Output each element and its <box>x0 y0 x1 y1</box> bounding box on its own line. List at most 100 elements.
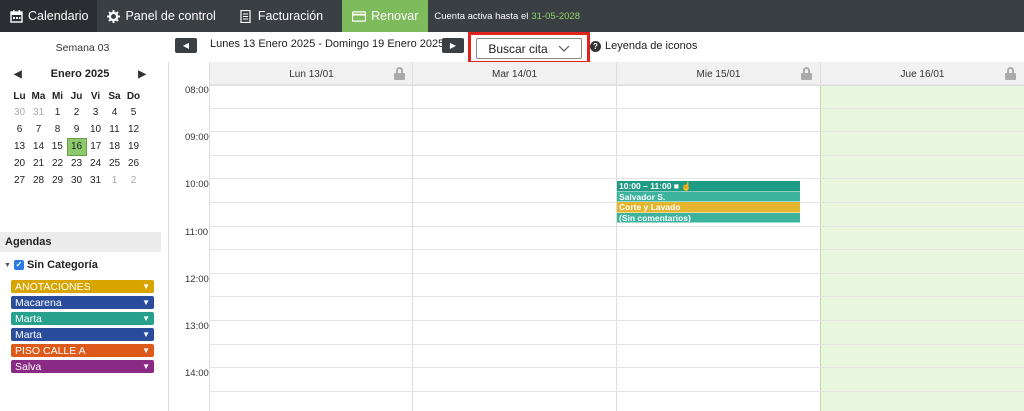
prev-week-button[interactable]: ◀ <box>175 38 197 53</box>
mini-calendar-day[interactable]: 26 <box>124 155 143 172</box>
mini-calendar-day[interactable]: 17 <box>86 138 105 155</box>
icon-legend-link[interactable]: ? Leyenda de iconos <box>590 40 697 52</box>
mini-calendar-day[interactable]: 16 <box>66 137 87 156</box>
mini-calendar-day[interactable]: 8 <box>48 121 67 138</box>
agenda-item[interactable]: Marta ▼ <box>11 312 154 325</box>
lock-icon[interactable] <box>394 67 405 80</box>
day-header-label: Mie 15/01 <box>696 68 741 80</box>
mini-calendar-day[interactable]: 20 <box>10 155 29 172</box>
nav-control-panel[interactable]: Panel de control <box>97 0 224 32</box>
agendas-title: Agendas <box>0 232 161 252</box>
dropdown-caret-icon[interactable]: ▼ <box>142 314 150 323</box>
sidebar: Semana 03 ◀ Enero 2025 ▶ Lu Ma Mi Ju Vi Sa Do … <box>0 32 168 411</box>
agenda-label: Marta <box>15 328 42 341</box>
mini-calendar-day[interactable]: 5 <box>124 104 143 121</box>
agenda-item[interactable]: PISO CALLE A ▼ <box>11 344 154 357</box>
day-header[interactable]: Jue 16/01 <box>820 62 1024 86</box>
agenda-label: ANOTACIONES <box>15 280 91 293</box>
dropdown-caret-icon[interactable]: ▼ <box>142 362 150 371</box>
prev-month-icon[interactable]: ◀ <box>14 69 22 80</box>
agenda-label: Macarena <box>15 296 62 309</box>
mini-calendar-day[interactable]: 22 <box>48 155 67 172</box>
mini-calendar-day[interactable]: 4 <box>105 104 124 121</box>
day-header[interactable]: Lun 13/01 <box>209 62 413 86</box>
agenda-item[interactable]: ANOTACIONES ▼ <box>11 280 154 293</box>
hour-label: 13:00 <box>185 321 209 332</box>
half-hour-line <box>209 131 1024 133</box>
mini-calendar-day[interactable]: 29 <box>48 172 67 189</box>
day-header-label: Mar 14/01 <box>491 68 538 80</box>
day-header[interactable]: Mie 15/01 <box>616 62 820 86</box>
mini-calendar-day[interactable]: 2 <box>67 104 86 121</box>
mini-calendar-day[interactable]: 18 <box>105 138 124 155</box>
next-week-button[interactable]: ▶ <box>442 38 464 53</box>
half-hour-line <box>209 107 1024 109</box>
mini-calendar-day[interactable]: 19 <box>124 138 143 155</box>
mini-calendar-day[interactable]: 30 <box>67 172 86 189</box>
account-status-text: Cuenta activa hasta el <box>434 10 529 22</box>
mini-calendar-day[interactable]: 31 <box>29 104 48 121</box>
dropdown-caret-icon[interactable]: ▼ <box>142 346 150 355</box>
nav-calendar[interactable]: Calendario <box>0 0 98 32</box>
hour-label: 12:00 <box>185 273 209 285</box>
appointment-card[interactable]: 10:00 – 11:00 ■ ☝ Salvador S. Corte y La… <box>617 181 800 223</box>
mini-calendar-day[interactable]: 9 <box>67 121 86 138</box>
mini-calendar-day[interactable]: 21 <box>29 155 48 172</box>
mini-calendar-day[interactable]: 30 <box>10 104 29 121</box>
agenda-label: PISO CALLE A <box>15 344 86 357</box>
lock-icon[interactable] <box>801 67 812 80</box>
category-row[interactable]: ▼ ✓ Sin Categoría <box>4 259 98 271</box>
hour-label: 10:00 <box>185 179 209 191</box>
mini-calendar-day[interactable]: 28 <box>29 172 48 189</box>
appointment-time: 10:00 – 11:00 <box>619 181 672 191</box>
half-hour-line <box>209 84 1024 85</box>
mini-calendar-day[interactable]: 1 <box>105 172 124 189</box>
agenda-item[interactable]: Marta ▼ <box>11 328 154 341</box>
dropdown-caret-icon[interactable]: ▼ <box>142 330 150 339</box>
week-grid: Lun 13/01 Mar 14/01 Mie 15/01 Jue 16/01 08:… <box>168 62 1024 411</box>
half-hour-line <box>209 390 1024 392</box>
mini-calendar-day[interactable]: 7 <box>29 121 48 138</box>
dropdown-caret-icon[interactable]: ▼ <box>142 298 150 307</box>
help-icon: ? <box>590 40 601 52</box>
collapse-triangle-icon[interactable]: ▼ <box>4 262 11 269</box>
mini-calendar-day[interactable]: 24 <box>86 155 105 172</box>
dropdown-caret-icon[interactable]: ▼ <box>142 282 150 291</box>
nav-control-panel-label: Panel de control <box>125 9 216 23</box>
weekday-header: Lu <box>13 90 26 102</box>
mini-calendar-day[interactable]: 23 <box>67 155 86 172</box>
half-hour-line <box>209 367 1024 369</box>
renew-button[interactable]: Renovar <box>342 0 429 32</box>
mini-calendar-day[interactable]: 1 <box>48 104 67 121</box>
mini-calendar-day[interactable]: 14 <box>29 138 48 155</box>
hour-label: 14:00 <box>185 368 209 380</box>
mini-calendar-day[interactable]: 13 <box>10 138 29 155</box>
weekday-header: Vi <box>90 90 101 102</box>
agenda-item[interactable]: Macarena ▼ <box>11 296 154 309</box>
lock-icon[interactable] <box>1005 67 1016 80</box>
mini-calendar-day[interactable]: 11 <box>105 121 124 138</box>
mini-calendar-day[interactable]: 2 <box>124 172 143 189</box>
nav-billing-label: Facturación <box>257 9 324 23</box>
mini-calendar-day[interactable]: 31 <box>86 172 105 189</box>
mini-calendar-day[interactable]: 27 <box>10 172 29 189</box>
mini-calendar-day[interactable]: 25 <box>105 155 124 172</box>
category-checkbox[interactable]: ✓ <box>13 260 24 270</box>
nav-billing[interactable]: Facturación <box>225 0 332 32</box>
mini-calendar-day[interactable]: 3 <box>86 104 105 121</box>
mini-calendar-day[interactable]: 12 <box>124 121 143 138</box>
mini-calendar-day[interactable]: 15 <box>48 138 67 155</box>
mini-calendar-day[interactable]: 10 <box>86 121 105 138</box>
day-header[interactable]: Mar 14/01 <box>412 62 616 86</box>
half-hour-line <box>209 154 1024 156</box>
weekday-header: Ma <box>31 90 46 102</box>
account-status: Cuenta activa hasta el 31-05-2028 <box>428 0 580 32</box>
agenda-item[interactable]: Salva ▼ <box>11 360 154 373</box>
week-number: Semana 03 <box>55 42 110 54</box>
weekday-header: Sa <box>108 90 121 102</box>
arrow-left-icon: ◀ <box>182 41 190 50</box>
next-month-icon[interactable]: ▶ <box>138 69 146 80</box>
mini-calendar-day[interactable]: 6 <box>10 121 29 138</box>
search-appointment-button[interactable]: Buscar cita <box>476 38 582 59</box>
